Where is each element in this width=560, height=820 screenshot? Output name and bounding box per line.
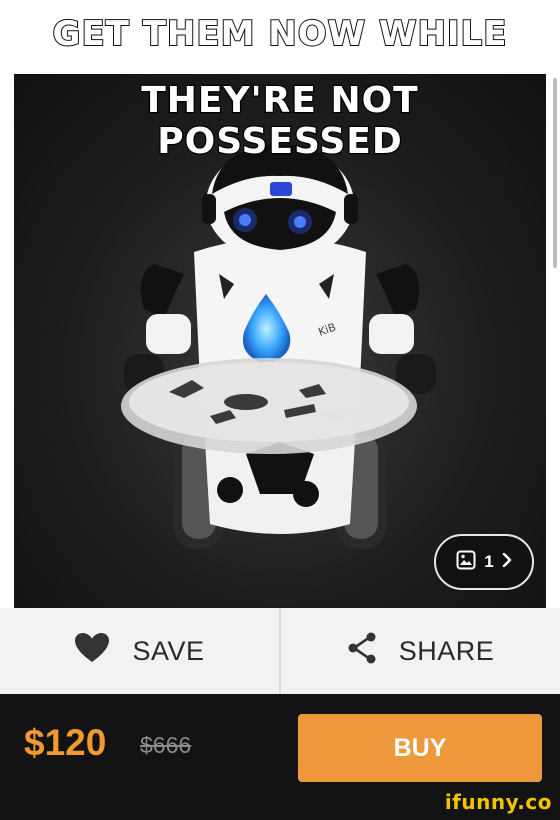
action-bar: SAVE SHARE <box>0 608 560 694</box>
ifunny-watermark: ifunny.co <box>444 790 552 814</box>
current-price: $120 <box>24 722 107 763</box>
gallery-counter-button[interactable]: 1 <box>434 534 534 590</box>
share-icon <box>347 631 377 672</box>
save-button[interactable]: SAVE <box>0 608 279 694</box>
buy-button[interactable]: BUY <box>298 714 542 782</box>
image-icon <box>456 550 476 575</box>
product-photo[interactable]: KiB THEY'RE NOT POSSESSED 1 <box>14 74 546 608</box>
caption-line-1: GET THEM NOW WHILE <box>52 13 508 55</box>
original-price: $666 <box>140 732 192 758</box>
share-label: SHARE <box>398 635 495 666</box>
save-label: SAVE <box>132 635 205 666</box>
share-button[interactable]: SHARE <box>279 608 560 694</box>
caption-line-2: THEY'RE NOT POSSESSED <box>140 79 419 164</box>
purchase-bar: $120 $666 BUY <box>0 694 560 800</box>
heart-icon <box>74 632 110 671</box>
meme-caption-top: GET THEM NOW WHILE <box>0 0 560 78</box>
scrollbar[interactable] <box>553 78 557 268</box>
gallery-count: 1 <box>484 552 494 571</box>
chevron-right-icon <box>502 552 512 572</box>
